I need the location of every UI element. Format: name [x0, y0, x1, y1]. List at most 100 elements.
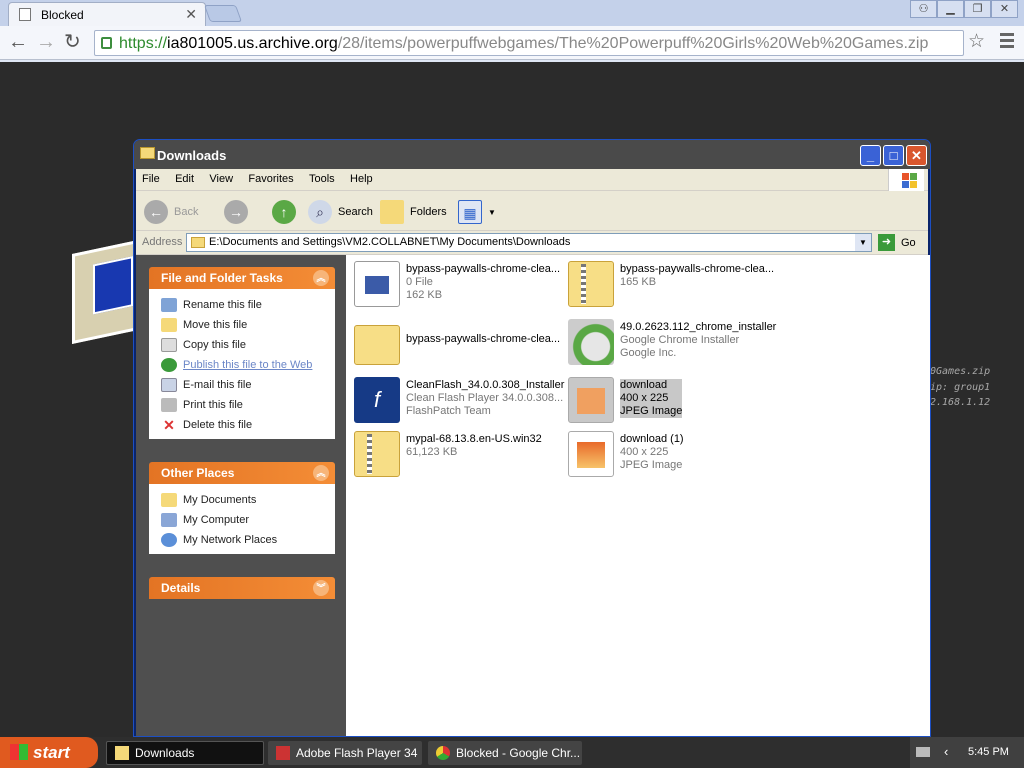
file-item[interactable]: bypass-paywalls-chrome-clea... — [354, 321, 560, 365]
system-tray: ‹ 5:45 PM — [910, 737, 1024, 768]
up-folder-icon: ↑ — [272, 200, 296, 224]
rename-icon — [161, 298, 177, 312]
views-button[interactable]: ▦ ▼ — [458, 200, 496, 224]
panel-header[interactable]: File and Folder Tasks ︽ — [149, 267, 335, 289]
task-rename[interactable]: Rename this file — [161, 295, 335, 315]
forward-button[interactable]: → — [224, 200, 254, 224]
menu-view[interactable]: View — [203, 169, 239, 189]
image-icon — [568, 377, 614, 423]
panel-header[interactable]: Details ︾ — [149, 577, 335, 599]
address-label: Address — [142, 236, 183, 248]
clock[interactable]: 5:45 PM — [968, 746, 1009, 758]
standard-toolbar: ← Back → ↑ ⌕ Search Folders ▦ ▼ — [136, 191, 928, 231]
restore-icon[interactable]: ❐ — [964, 0, 991, 18]
close-button[interactable]: ✕ — [906, 145, 927, 166]
file-item[interactable]: mypal-68.13.8.en-US.win32 61,123 KB — [354, 431, 542, 477]
keyboard-icon[interactable] — [916, 747, 930, 757]
browser-frame: Blocked ✕ ⚇ ▁ ❐ ✕ ← → ↻ https://ia801005… — [0, 0, 1024, 62]
page-icon — [19, 8, 31, 21]
email-icon — [161, 378, 177, 392]
file-item[interactable]: 49.0.2623.112_chrome_installer Google Chr… — [568, 319, 776, 365]
window-controls: ⚇ ▁ ❐ ✕ — [910, 0, 1018, 18]
maximize-button[interactable]: □ — [883, 145, 904, 166]
file-item[interactable]: download 400 x 225 JPEG Image — [568, 377, 683, 423]
search-button[interactable]: ⌕ Search — [308, 200, 373, 224]
forward-icon: → — [224, 200, 248, 224]
windows-logo-icon — [888, 169, 924, 191]
installer-icon — [568, 319, 614, 365]
reload-icon[interactable]: ↻ — [64, 32, 81, 52]
tab-title: Blocked — [41, 8, 84, 22]
chrome-icon — [436, 746, 450, 760]
task-email[interactable]: E-mail this file — [161, 375, 335, 395]
window-title: Downloads — [157, 148, 227, 163]
file-icon — [354, 261, 400, 307]
place-my-documents[interactable]: My Documents — [161, 490, 335, 510]
expand-icon[interactable]: ︾ — [313, 580, 329, 596]
back-button[interactable]: ← Back — [144, 200, 198, 224]
task-flash-player[interactable]: Adobe Flash Player 34 — [268, 741, 422, 765]
task-downloads[interactable]: Downloads — [106, 741, 264, 765]
zip-folder-icon — [354, 431, 400, 477]
task-copy[interactable]: Copy this file — [161, 335, 335, 355]
task-chrome[interactable]: Blocked - Google Chr... — [428, 741, 582, 765]
window-titlebar[interactable]: Downloads _ □ ✕ — [134, 140, 930, 169]
copy-icon — [161, 338, 177, 352]
folder-icon — [161, 493, 177, 507]
computer-icon — [161, 513, 177, 527]
folders-button[interactable]: Folders — [380, 200, 447, 224]
details-panel: Details ︾ — [149, 577, 335, 599]
folder-icon — [115, 746, 129, 760]
menu-help[interactable]: Help — [344, 169, 379, 189]
menu-favorites[interactable]: Favorites — [242, 169, 299, 189]
address-field[interactable]: E:\Documents and Settings\VM2.COLLABNET\… — [186, 233, 872, 252]
task-move[interactable]: Move this file — [161, 315, 335, 335]
address-bar-explorer: Address E:\Documents and Settings\VM2.CO… — [136, 231, 928, 255]
place-my-computer[interactable]: My Computer — [161, 510, 335, 530]
close-tab-icon[interactable]: ✕ — [185, 6, 197, 23]
panel-header[interactable]: Other Places ︽ — [149, 462, 335, 484]
collapse-icon[interactable]: ︽ — [313, 465, 329, 481]
close-window-icon[interactable]: ✕ — [991, 0, 1018, 18]
chrome-menu-icon[interactable] — [1000, 33, 1014, 51]
zip-folder-icon — [568, 261, 614, 307]
go-button[interactable]: ➜ Go — [878, 234, 916, 251]
browser-tab[interactable]: Blocked ✕ — [8, 2, 206, 26]
up-button[interactable]: ↑ — [272, 200, 302, 224]
user-icon[interactable]: ⚇ — [910, 0, 937, 18]
printer-icon — [161, 398, 177, 412]
task-pane: File and Folder Tasks ︽ Rename this file … — [136, 255, 346, 736]
start-button[interactable]: start — [0, 737, 98, 768]
place-my-network[interactable]: My Network Places — [161, 530, 335, 550]
go-arrow-icon: ➜ — [878, 234, 895, 251]
new-tab-button[interactable] — [203, 5, 243, 22]
expand-tray-icon[interactable]: ‹ — [944, 744, 948, 759]
menu-bar: File Edit View Favorites Tools Help — [136, 169, 928, 191]
file-item[interactable]: f CleanFlash_34.0.0.308_Installer Clean F… — [354, 377, 564, 423]
minimize-icon[interactable]: ▁ — [937, 0, 964, 18]
explorer-window: Downloads _ □ ✕ File Edit View Favorites… — [133, 139, 931, 737]
dropdown-icon[interactable]: ▼ — [855, 234, 871, 251]
menu-tools[interactable]: Tools — [303, 169, 341, 189]
file-item[interactable]: bypass-paywalls-chrome-clea... 0 File 162 … — [354, 261, 560, 307]
file-item[interactable]: download (1) 400 x 225 JPEG Image — [568, 431, 684, 477]
task-publish[interactable]: Publish this file to the Web — [161, 355, 335, 375]
bookmark-star-icon[interactable]: ☆ — [968, 30, 985, 53]
folder-icon — [354, 325, 400, 365]
menu-edit[interactable]: Edit — [169, 169, 200, 189]
menu-file[interactable]: File — [136, 169, 166, 189]
file-tasks-panel: File and Folder Tasks ︽ Rename this file … — [149, 267, 335, 439]
folder-icon — [140, 147, 155, 159]
address-bar[interactable]: https://ia801005.us.archive.org/28/items… — [94, 30, 964, 56]
network-icon — [161, 533, 177, 547]
back-arrow-icon[interactable]: ← — [8, 32, 28, 52]
file-item[interactable]: bypass-paywalls-chrome-clea... 165 KB — [568, 261, 774, 307]
forward-arrow-icon[interactable]: → — [36, 32, 56, 52]
flash-icon: f — [354, 377, 400, 423]
move-icon — [161, 318, 177, 332]
file-list: bypass-paywalls-chrome-clea... 0 File 162 … — [346, 255, 930, 736]
task-delete[interactable]: ✕ Delete this file — [161, 415, 335, 435]
minimize-button[interactable]: _ — [860, 145, 881, 166]
task-print[interactable]: Print this file — [161, 395, 335, 415]
collapse-icon[interactable]: ︽ — [313, 270, 329, 286]
